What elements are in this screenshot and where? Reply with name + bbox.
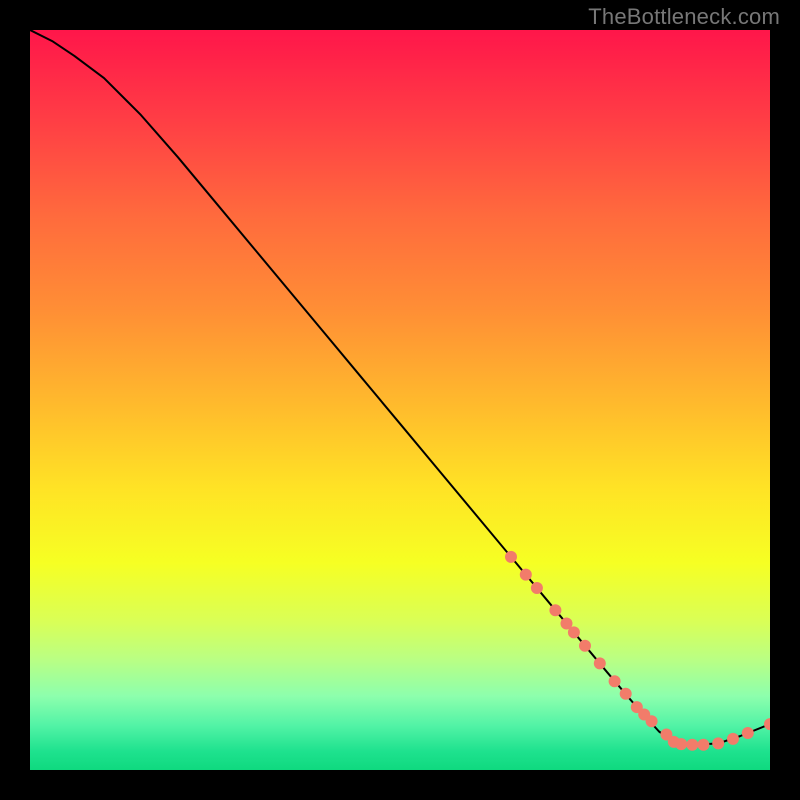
data-point (531, 582, 543, 594)
data-point (646, 715, 658, 727)
data-point (675, 738, 687, 750)
chart-container: TheBottleneck.com (0, 0, 800, 800)
data-point (505, 551, 517, 563)
data-point (727, 733, 739, 745)
watermark-text: TheBottleneck.com (588, 4, 780, 30)
data-point (568, 626, 580, 638)
data-point (594, 657, 606, 669)
data-point (712, 737, 724, 749)
chart-svg (30, 30, 770, 770)
data-point (742, 727, 754, 739)
data-point (686, 739, 698, 751)
data-point (549, 604, 561, 616)
data-point (620, 688, 632, 700)
data-point (609, 675, 621, 687)
data-point (520, 569, 532, 581)
data-point (579, 640, 591, 652)
plot-area (30, 30, 770, 770)
gradient-background (30, 30, 770, 770)
data-point (697, 739, 709, 751)
